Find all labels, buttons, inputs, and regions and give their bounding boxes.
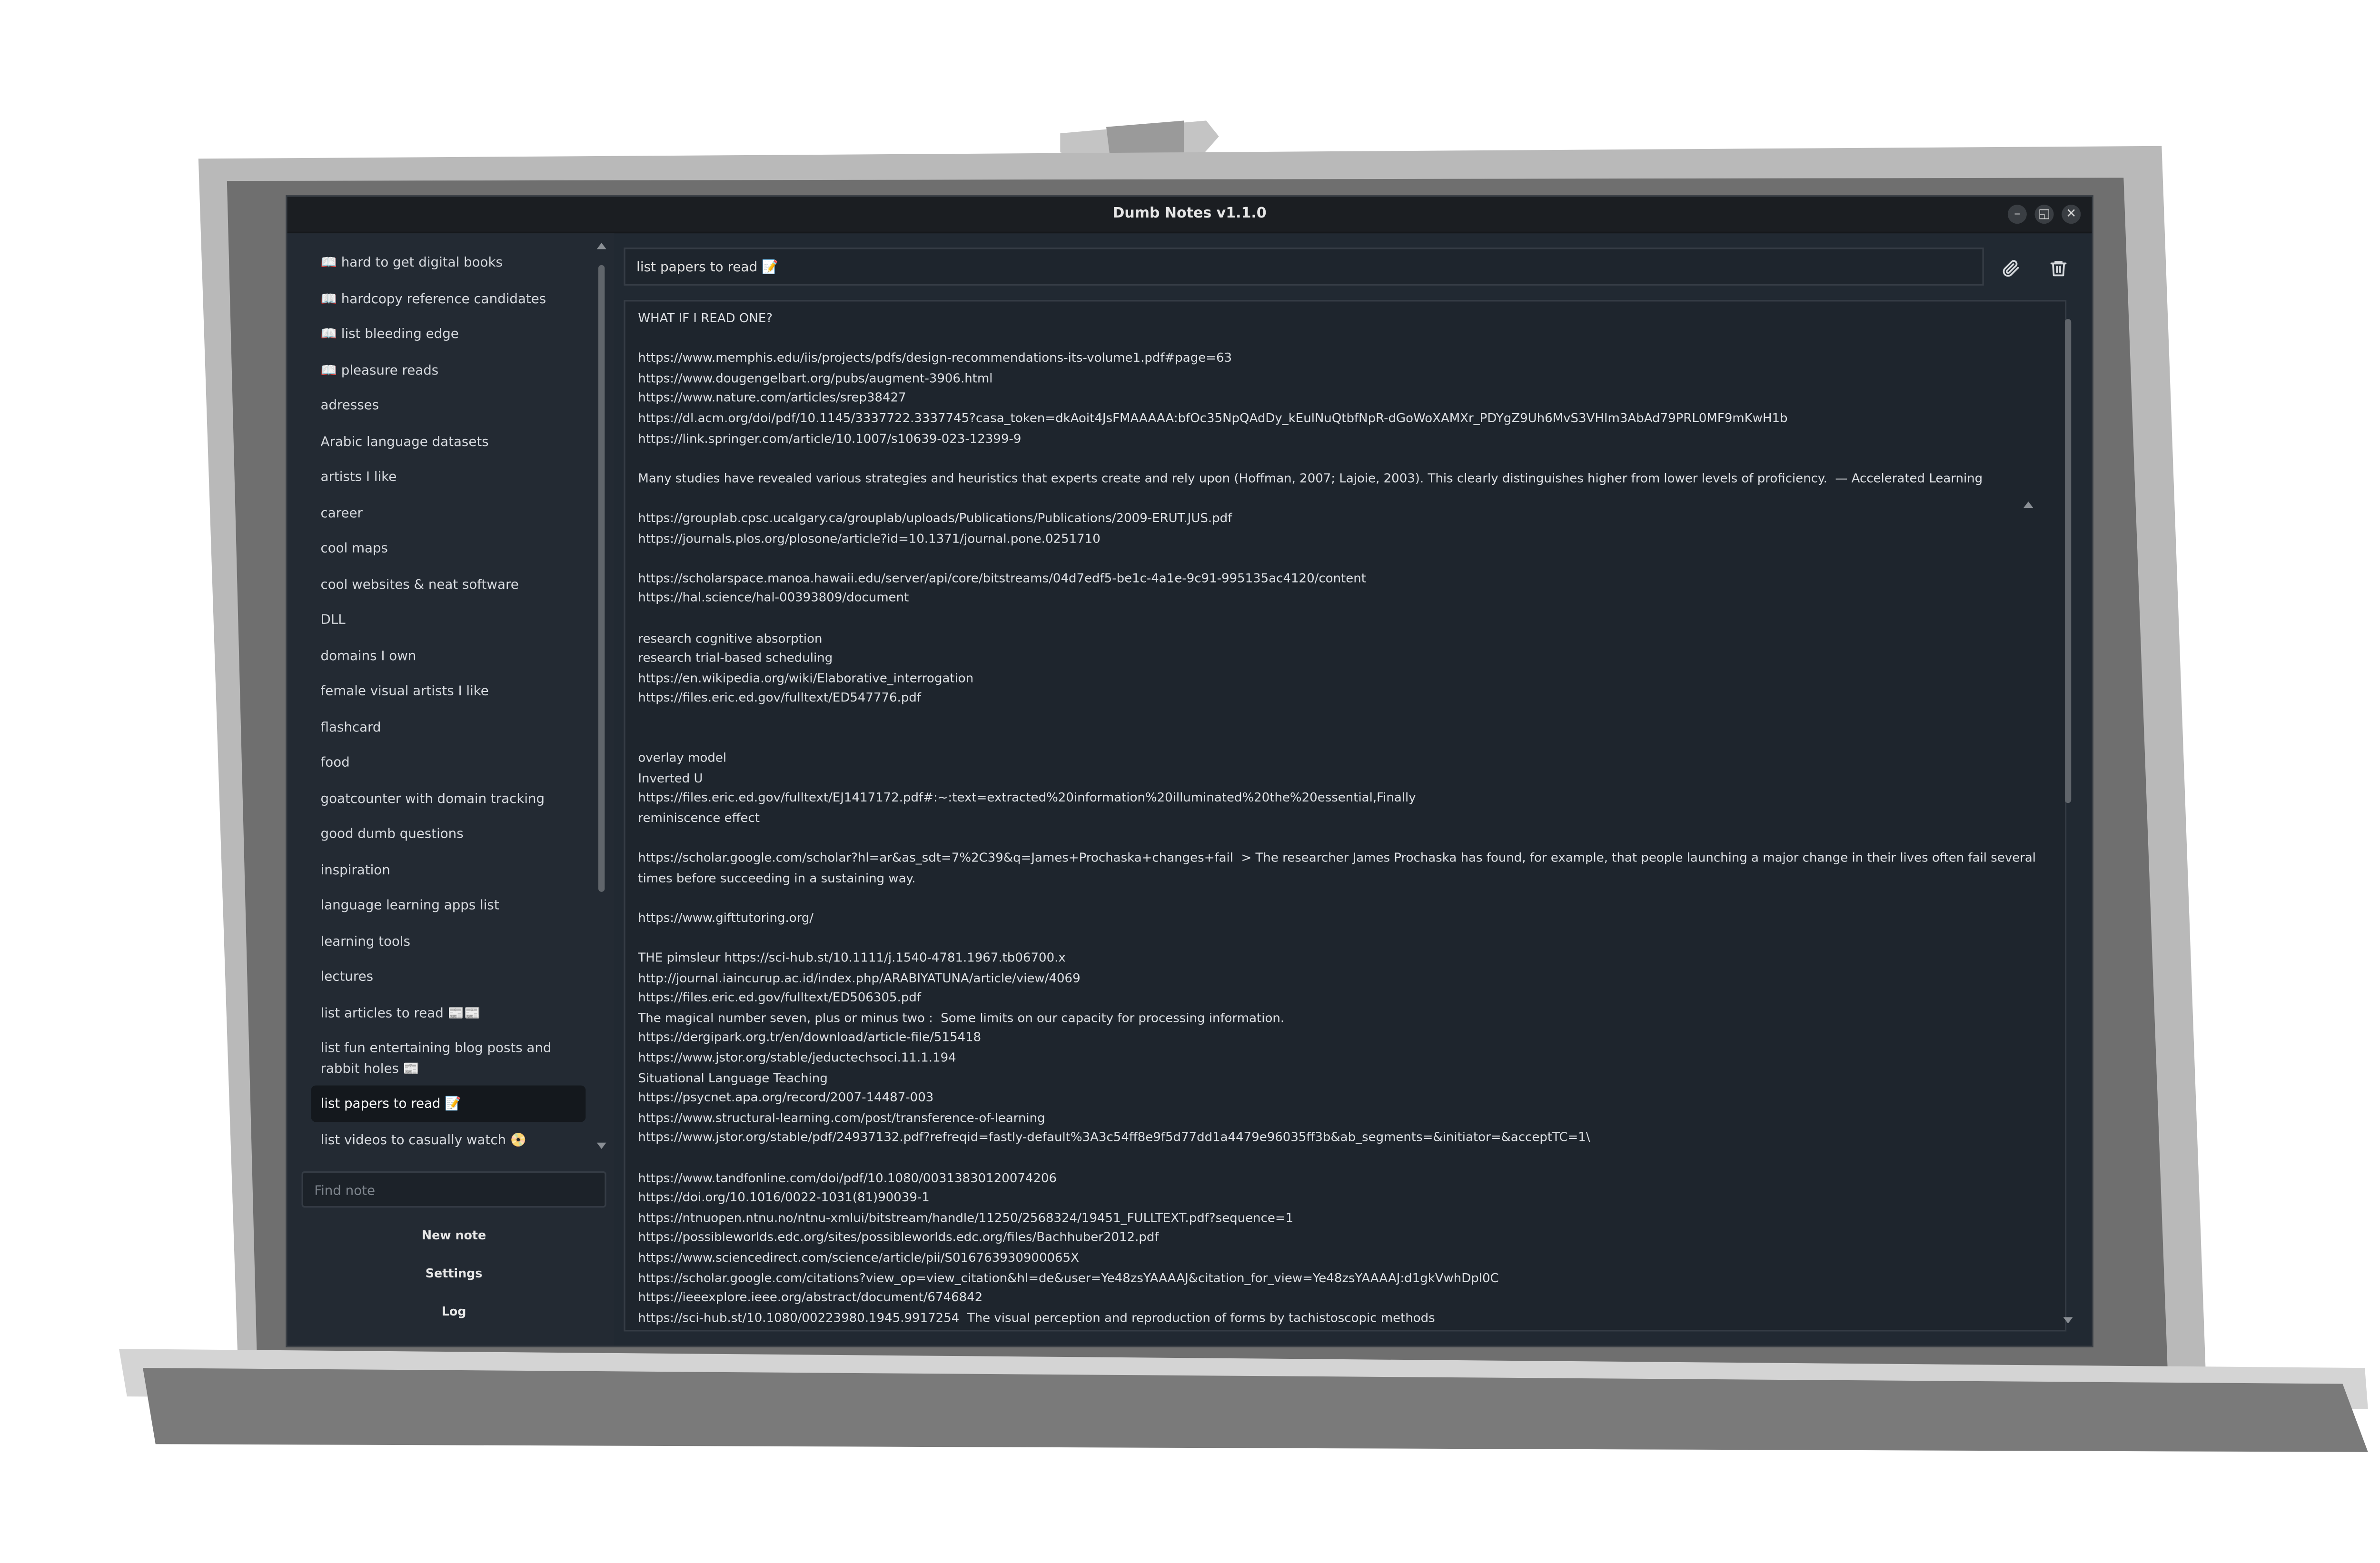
maximize-button[interactable]: ◱ <box>2034 205 2054 224</box>
trash-icon <box>2050 261 2067 277</box>
note-list-item[interactable]: Arabic language datasets <box>311 423 586 459</box>
note-list-item[interactable]: career <box>311 495 586 530</box>
note-list-item-active[interactable]: list papers to read 📝 <box>311 1085 586 1121</box>
editor-scrollbar-thumb[interactable] <box>2064 319 2072 803</box>
note-list-item[interactable]: learning tools <box>311 923 586 959</box>
window-title: Dumb Notes v1.1.0 <box>1112 206 1267 222</box>
note-list-item[interactable]: language learning apps list <box>311 887 586 923</box>
minimize-button[interactable]: – <box>2007 205 2027 224</box>
note-list-item[interactable]: female visual artists I like <box>311 673 586 709</box>
paperclip-icon <box>2003 260 2019 277</box>
sidebar: 📖 hard to get digital books 📖 hardcopy re… <box>287 233 615 1346</box>
app-window: Dumb Notes v1.1.0 – ◱ ✕ 📖 hard to get di… <box>287 197 2092 1346</box>
delete-note-button[interactable] <box>2043 252 2074 284</box>
attach-button[interactable] <box>1995 252 2027 284</box>
editor-scroll-up-arrow-icon[interactable] <box>2023 501 2033 508</box>
close-button[interactable]: ✕ <box>2062 205 2081 224</box>
sidebar-scrollbar-thumb[interactable] <box>598 265 605 892</box>
note-list-item[interactable]: 📖 hardcopy reference candidates <box>311 280 586 316</box>
note-list-item[interactable]: cool websites & neat software <box>311 566 586 602</box>
find-note-input[interactable] <box>301 1171 606 1208</box>
note-list-item[interactable]: domains I own <box>311 637 586 673</box>
screenshot-stage: Dumb Notes v1.1.0 – ◱ ✕ 📖 hard to get di… <box>0 0 2380 1563</box>
note-editor-pane: list papers to read 📝 WHAT IF I READ ONE… <box>614 233 2092 1345</box>
title-bar: Dumb Notes v1.1.0 – ◱ ✕ <box>287 197 2092 234</box>
note-list-item[interactable]: cool maps <box>311 530 586 566</box>
note-list-item[interactable]: goatcounter with domain tracking <box>311 780 586 816</box>
scroll-down-arrow-icon[interactable] <box>596 1142 606 1149</box>
note-list-item[interactable]: DLL <box>311 602 586 637</box>
new-note-button[interactable]: New note <box>309 1220 598 1252</box>
note-body-editor[interactable]: WHAT IF I READ ONE? https://www.memphis.… <box>624 300 2067 1332</box>
note-list-item[interactable]: list videos to casually watch 📀 <box>311 1121 586 1152</box>
note-list-item[interactable]: list articles to read 📰📰 <box>311 994 586 1030</box>
note-list-item[interactable]: flashcard <box>311 709 586 744</box>
note-list-item[interactable]: food <box>311 744 586 780</box>
note-list-item[interactable]: artists I like <box>311 459 586 495</box>
note-body-text[interactable]: WHAT IF I READ ONE? https://www.memphis.… <box>638 309 2051 1329</box>
note-list-item[interactable]: 📖 hard to get digital books <box>311 244 586 280</box>
note-list[interactable]: 📖 hard to get digital books 📖 hardcopy re… <box>311 244 589 1152</box>
note-list-item[interactable]: list fun entertaining blog posts and rab… <box>311 1030 586 1086</box>
note-list-item[interactable]: 📖 pleasure reads <box>311 352 586 387</box>
editor-scroll-down-arrow-icon[interactable] <box>2063 1317 2073 1324</box>
note-list-item[interactable]: 📖 list bleeding edge <box>311 316 586 352</box>
note-list-item[interactable]: good dumb questions <box>311 816 586 851</box>
note-list-item[interactable]: inspiration <box>311 851 586 887</box>
note-list-item[interactable]: adresses <box>311 387 586 423</box>
note-title-input[interactable]: list papers to read 📝 <box>624 247 1984 286</box>
note-list-item[interactable]: lectures <box>311 959 586 994</box>
log-button[interactable]: Log <box>309 1296 598 1328</box>
settings-button[interactable]: Settings <box>309 1258 598 1290</box>
scroll-up-arrow-icon[interactable] <box>596 243 606 249</box>
